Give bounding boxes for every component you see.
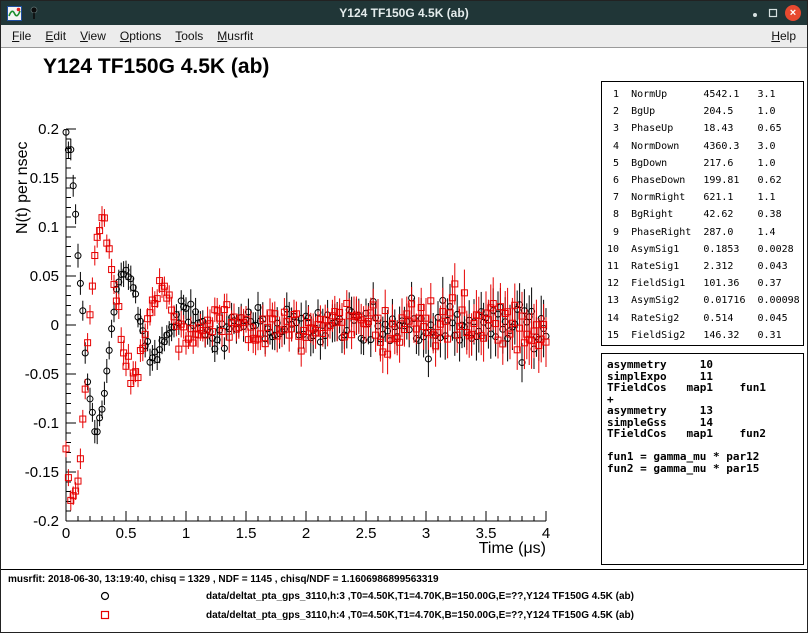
theory-line: TFieldCos map1 fun1 bbox=[607, 382, 803, 394]
legend-item-2: data/deltat_pta_gps_3110,h:4 ,T0=4.50K,T… bbox=[1, 607, 807, 625]
app-window: Y124 TF150G 4.5K (ab) × FileEditViewOpti… bbox=[0, 0, 808, 633]
svg-text:0.2: 0.2 bbox=[38, 121, 59, 138]
theory-line: TFieldCos map1 fun2 bbox=[607, 428, 803, 440]
svg-text:3: 3 bbox=[422, 525, 430, 542]
legend-label: data/deltat_pta_gps_3110,h:4 ,T0=4.50K,T… bbox=[206, 610, 634, 621]
svg-text:-0.05: -0.05 bbox=[25, 366, 59, 383]
legend: data/deltat_pta_gps_3110,h:3 ,T0=4.50K,T… bbox=[1, 586, 807, 632]
legend-marker-square bbox=[99, 609, 111, 621]
fit-stats: musrfit: 2018-06-30, 13:19:40, chisq = 1… bbox=[8, 574, 439, 585]
parameter-row-bgright: 8 BgRight 42.62 0.38 bbox=[607, 206, 803, 223]
menu-item-view[interactable]: View bbox=[73, 27, 113, 45]
svg-text:0.05: 0.05 bbox=[30, 268, 59, 285]
parameter-row-phaseup: 3 PhaseUp 18.43 0.65 bbox=[607, 120, 803, 137]
parameter-row-fieldsig2: 15 FieldSig2 146.32 0.31 bbox=[607, 327, 803, 344]
titlebar[interactable]: Y124 TF150G 4.5K (ab) × bbox=[1, 1, 807, 25]
parameter-row-normup: 1 NormUp 4542.1 3.1 bbox=[607, 86, 803, 103]
data-series-circle bbox=[63, 123, 549, 444]
plot-canvas[interactable]: Y124 TF150G 4.5K (ab) 00.511.522.533.54-… bbox=[1, 48, 807, 632]
minimize-icon bbox=[749, 7, 761, 19]
menu-bar: FileEditViewOptionsToolsMusrfit Help bbox=[1, 25, 807, 48]
menu-item-options[interactable]: Options bbox=[113, 27, 168, 45]
parameter-row-bgdown: 5 BgDown 217.6 1.0 bbox=[607, 155, 803, 172]
theory-box: asymmetry 10simplExpo 11TFieldCos map1 f… bbox=[601, 353, 804, 565]
parameter-box: 1 NormUp 4542.1 3.1 2 BgUp 204.5 1.0 3 P… bbox=[601, 81, 804, 346]
legend-marker-circle bbox=[99, 590, 111, 602]
parameter-row-asymsig2: 13 AsymSig2 0.01716 0.00098 bbox=[607, 292, 803, 309]
app-icon-graphic bbox=[7, 6, 22, 21]
maximize-icon bbox=[767, 7, 779, 19]
parameter-row-phasedown: 6 PhaseDown 199.81 0.62 bbox=[607, 172, 803, 189]
legend-item-1: data/deltat_pta_gps_3110,h:3 ,T0=4.50K,T… bbox=[1, 588, 807, 606]
parameter-row-asymsig1: 10 AsymSig1 0.1853 0.0028 bbox=[607, 241, 803, 258]
svg-text:0.5: 0.5 bbox=[116, 525, 137, 542]
pin-icon[interactable] bbox=[28, 6, 40, 20]
parameter-row-ratesig1: 11 RateSig1 2.312 0.043 bbox=[607, 258, 803, 275]
parameter-row-bgup: 2 BgUp 204.5 1.0 bbox=[607, 103, 803, 120]
parameter-row-normdown: 4 NormDown 4360.3 3.0 bbox=[607, 138, 803, 155]
svg-text:0: 0 bbox=[62, 525, 70, 542]
parameter-row-ratesig2: 14 RateSig2 0.514 0.045 bbox=[607, 310, 803, 327]
menu-item-file[interactable]: File bbox=[5, 27, 38, 45]
minimize-button[interactable] bbox=[749, 7, 761, 19]
svg-text:Time (μs): Time (μs) bbox=[479, 540, 546, 557]
parameter-row-fieldsig1: 12 FieldSig1 101.36 0.37 bbox=[607, 275, 803, 292]
menu-item-help[interactable]: Help bbox=[764, 27, 803, 45]
theory-line: asymmetry 13 bbox=[607, 405, 803, 417]
svg-text:1.5: 1.5 bbox=[236, 525, 257, 542]
svg-text:-0.15: -0.15 bbox=[25, 464, 59, 481]
svg-text:-0.1: -0.1 bbox=[33, 415, 59, 432]
svg-text:N(t) per nsec: N(t) per nsec bbox=[14, 142, 31, 234]
svg-text:2.5: 2.5 bbox=[356, 525, 377, 542]
parameter-row-phaseright: 9 PhaseRight 287.0 1.4 bbox=[607, 224, 803, 241]
menu-item-musrfit[interactable]: Musrfit bbox=[210, 27, 260, 45]
svg-text:-0.2: -0.2 bbox=[33, 513, 59, 530]
svg-text:0.1: 0.1 bbox=[38, 219, 59, 236]
svg-text:2: 2 bbox=[302, 525, 310, 542]
window-title: Y124 TF150G 4.5K (ab) bbox=[1, 6, 807, 20]
svg-text:0.15: 0.15 bbox=[30, 170, 59, 187]
theory-line: fun1 = gamma_mu * par12 bbox=[607, 451, 803, 463]
app-icon[interactable] bbox=[7, 6, 22, 21]
pin-icon-graphic bbox=[28, 6, 40, 20]
menu-item-tools[interactable]: Tools bbox=[168, 27, 210, 45]
theory-line: fun2 = gamma_mu * par15 bbox=[607, 463, 803, 475]
footer-separator bbox=[1, 569, 807, 570]
svg-text:0: 0 bbox=[51, 317, 59, 334]
theory-line: asymmetry 10 bbox=[607, 359, 803, 371]
svg-text:1: 1 bbox=[182, 525, 190, 542]
plot-area[interactable]: 00.511.522.533.54-0.2-0.15-0.1-0.0500.05… bbox=[1, 51, 593, 576]
legend-label: data/deltat_pta_gps_3110,h:3 ,T0=4.50K,T… bbox=[206, 591, 634, 602]
parameter-row-normright: 7 NormRight 621.1 1.1 bbox=[607, 189, 803, 206]
maximize-button[interactable] bbox=[767, 7, 779, 19]
close-button[interactable]: × bbox=[785, 5, 801, 21]
menu-item-edit[interactable]: Edit bbox=[38, 27, 73, 45]
